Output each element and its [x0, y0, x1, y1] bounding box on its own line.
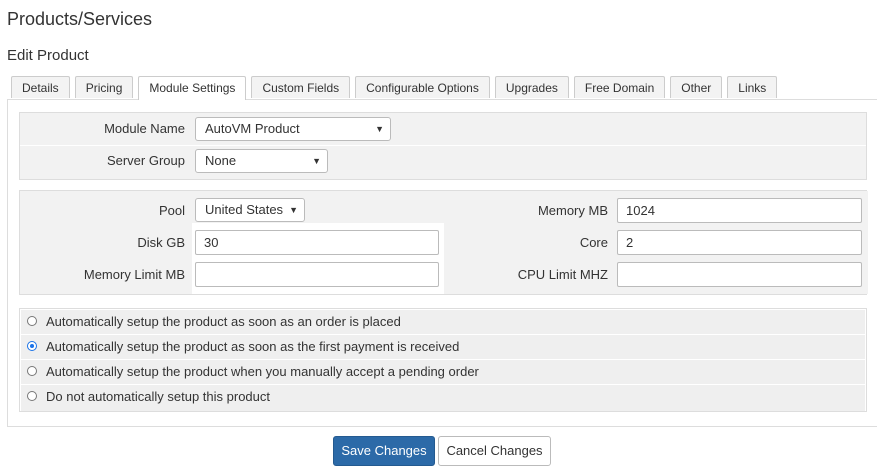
tab-module-settings[interactable]: Module Settings: [138, 76, 247, 100]
module-config-box: Pool United States ▼ Disk GB 30 Memory L…: [19, 190, 868, 295]
pool-label: Pool: [158, 203, 185, 218]
radio-button[interactable]: [27, 316, 37, 326]
tab-links[interactable]: Links: [727, 76, 778, 98]
save-changes-button[interactable]: Save Changes: [333, 436, 435, 466]
server-group-select[interactable]: None ▼: [195, 149, 328, 173]
chevron-down-icon: ▼: [312, 156, 321, 166]
tab-upgrades[interactable]: Upgrades: [494, 76, 569, 98]
cancel-changes-button[interactable]: Cancel Changes: [438, 436, 551, 466]
pool-select[interactable]: United States ▼: [195, 198, 305, 222]
tab-bar: Details Pricing Module Settings Custom F…: [11, 76, 782, 100]
server-group-value: None: [205, 153, 237, 168]
setup-option-manual-accept[interactable]: Automatically setup the product when you…: [21, 359, 865, 384]
tab-details[interactable]: Details: [11, 76, 70, 98]
tab-custom-fields[interactable]: Custom Fields: [251, 76, 351, 98]
cpu-limit-label: CPU Limit MHZ: [517, 267, 608, 282]
disk-input[interactable]: 30: [195, 230, 439, 255]
tab-pricing[interactable]: Pricing: [74, 76, 134, 98]
tab-panel: Module Name AutoVM Product ▼ Server Grou…: [7, 99, 877, 427]
radio-button[interactable]: [27, 391, 37, 401]
page-title: Products/Services: [7, 9, 153, 29]
setup-option-on-payment[interactable]: Automatically setup the product as soon …: [21, 334, 865, 359]
tab-free-domain[interactable]: Free Domain: [573, 76, 666, 98]
setup-option-label: Do not automatically setup this product: [46, 389, 271, 404]
setup-option-on-order[interactable]: Automatically setup the product as soon …: [21, 309, 865, 334]
memory-label: Memory MB: [537, 203, 608, 218]
page-subtitle: Edit Product: [7, 47, 89, 64]
disk-label: Disk GB: [137, 235, 185, 250]
module-settings-box: Module Name AutoVM Product ▼ Server Grou…: [19, 112, 867, 180]
setup-options-box: Automatically setup the product as soon …: [19, 308, 867, 412]
radio-button[interactable]: [27, 366, 37, 376]
tab-other[interactable]: Other: [670, 76, 723, 98]
core-input[interactable]: 2: [617, 230, 862, 255]
memory-limit-input[interactable]: [195, 262, 439, 287]
setup-option-none[interactable]: Do not automatically setup this product: [21, 384, 865, 411]
setup-option-label: Automatically setup the product as soon …: [46, 339, 460, 354]
module-name-value: AutoVM Product: [205, 121, 300, 136]
setup-option-label: Automatically setup the product when you…: [46, 364, 479, 379]
cpu-limit-input[interactable]: [617, 262, 862, 287]
chevron-down-icon: ▼: [289, 205, 298, 215]
memory-limit-label: Memory Limit MB: [83, 267, 185, 282]
server-group-label: Server Group: [106, 153, 185, 168]
radio-button[interactable]: [27, 341, 37, 351]
pool-value: United States: [205, 202, 284, 217]
module-name-label: Module Name: [104, 121, 185, 136]
core-label: Core: [579, 235, 608, 250]
setup-option-label: Automatically setup the product as soon …: [46, 314, 401, 329]
tab-configurable-options[interactable]: Configurable Options: [355, 76, 490, 98]
memory-input[interactable]: 1024: [617, 198, 862, 223]
module-name-select[interactable]: AutoVM Product ▼: [195, 117, 391, 141]
chevron-down-icon: ▼: [375, 124, 384, 134]
